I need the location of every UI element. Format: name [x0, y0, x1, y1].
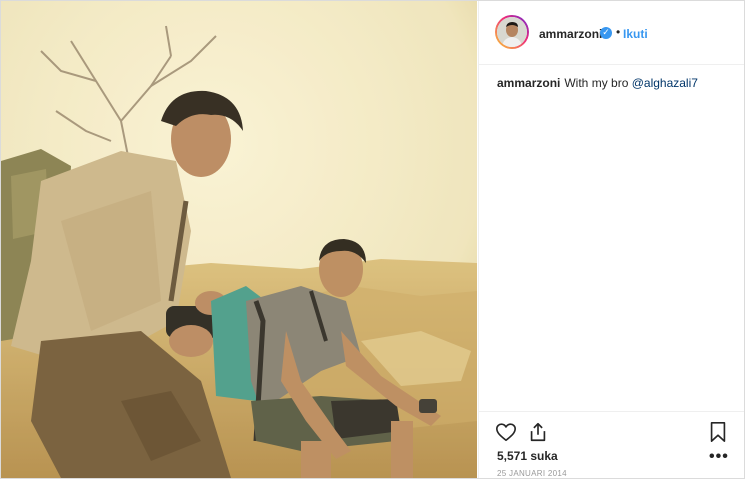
post-caption: ammarzoni With my bro @alghazali7	[497, 76, 698, 90]
verified-badge-icon: ✓	[600, 27, 612, 39]
post-date[interactable]: 25 JANUARI 2014	[497, 469, 567, 478]
username-link[interactable]: ammarzoni	[539, 27, 602, 41]
post-sidebar: ammarzoni ✓ • Ikuti ammarzoni With my bro…	[478, 1, 744, 478]
likes-count[interactable]: 5,571 suka	[497, 449, 558, 463]
post-photo[interactable]	[1, 1, 477, 478]
avatar-photo	[497, 17, 527, 47]
caption-text: With my bro	[564, 76, 629, 90]
more-options-icon[interactable]: •••	[709, 448, 729, 466]
post-actions-footer: 5,571 suka ••• 25 JANUARI 2014	[479, 411, 744, 478]
share-icon[interactable]	[527, 421, 549, 443]
post-header: ammarzoni ✓ • Ikuti	[479, 1, 744, 65]
heart-icon[interactable]	[495, 421, 517, 443]
caption-username-link[interactable]: ammarzoni	[497, 76, 560, 90]
instagram-post: ammarzoni ✓ • Ikuti ammarzoni With my bro…	[0, 0, 745, 479]
bookmark-icon[interactable]	[708, 421, 728, 443]
post-photo-image	[1, 1, 477, 478]
separator-dot: •	[616, 25, 621, 39]
avatar[interactable]	[495, 15, 529, 49]
avatar-image	[497, 17, 527, 47]
follow-button[interactable]: Ikuti	[623, 27, 648, 41]
caption-mention-link[interactable]: @alghazali7	[632, 76, 698, 90]
